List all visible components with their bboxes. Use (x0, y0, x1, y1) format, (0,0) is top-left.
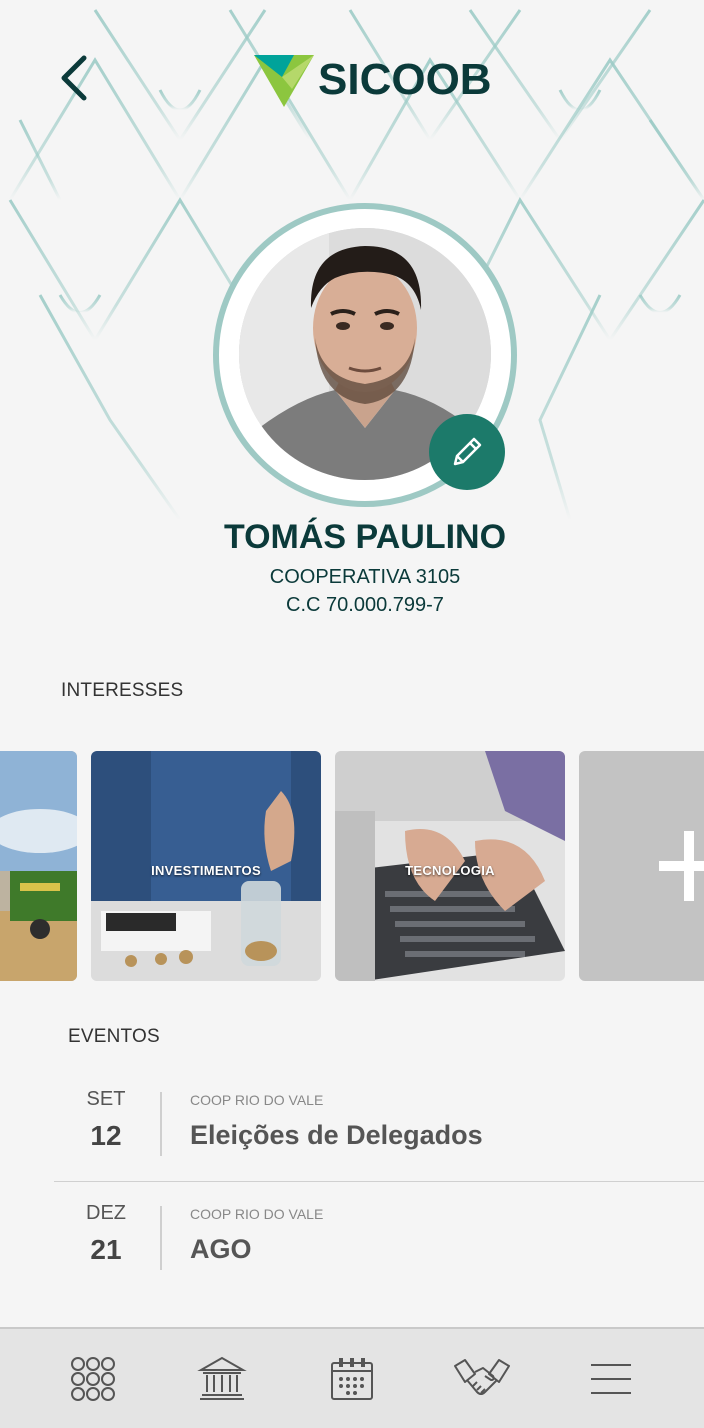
tab-grid[interactable] (58, 1344, 128, 1414)
event-month: SET (86, 1088, 126, 1110)
add-interest-button[interactable] (579, 751, 704, 981)
tab-calendar[interactable] (317, 1344, 387, 1414)
plus-icon (659, 831, 704, 901)
handshake-icon (453, 1358, 510, 1395)
agriculture-image (0, 751, 77, 981)
chevron-left-icon (61, 55, 87, 101)
event-day: 12 (90, 1120, 122, 1151)
interest-card-label: TECNOLOGIA (405, 863, 495, 878)
event-separator (54, 1181, 704, 1182)
event-divider (160, 1092, 162, 1156)
event-divider (160, 1206, 162, 1270)
event-title: AGO (190, 1234, 252, 1264)
edit-photo-button[interactable] (429, 414, 505, 490)
events-title: EVENTOS (68, 1026, 160, 1047)
grid-icon (70, 1356, 115, 1401)
interest-card-investimentos[interactable]: INVESTIMENTOS (91, 751, 321, 981)
calendar-icon (330, 1357, 373, 1400)
event-item[interactable]: DEZ 21 COOP RIO DO VALE AGO (0, 1198, 704, 1298)
account-number: C.C 70.000.799-7 (286, 594, 444, 616)
event-title: Eleições de Delegados (190, 1120, 483, 1150)
interest-card-agriculture[interactable] (0, 751, 77, 981)
pencil-icon (453, 437, 482, 466)
sicoob-logo-icon (254, 55, 314, 107)
event-organizer: COOP RIO DO VALE (190, 1206, 324, 1222)
interests-carousel[interactable]: INVESTIMENTOS TECNOLOGIA (0, 751, 704, 981)
tab-bank[interactable] (187, 1344, 257, 1414)
event-day: 21 (90, 1234, 122, 1265)
back-button[interactable] (50, 48, 106, 108)
tab-menu[interactable] (576, 1344, 646, 1414)
sicoob-logo: SICOOB (254, 52, 492, 108)
interests-title: INTERESSES (61, 680, 184, 701)
interest-card-tecnologia[interactable]: TECNOLOGIA (335, 751, 565, 981)
event-month: DEZ (86, 1202, 126, 1224)
brand-name: SICOOB (318, 55, 492, 104)
event-organizer: COOP RIO DO VALE (190, 1092, 324, 1108)
bank-icon (197, 1356, 248, 1400)
menu-icon (591, 1363, 632, 1394)
bottom-tab-bar (0, 1327, 704, 1428)
interest-card-label: INVESTIMENTOS (151, 863, 261, 878)
user-name: TOMÁS PAULINO (223, 518, 507, 556)
event-item[interactable]: SET 12 COOP RIO DO VALE Eleições de Dele… (0, 1084, 704, 1184)
tab-handshake[interactable] (447, 1344, 517, 1414)
cooperative-number: COOPERATIVA 3105 (269, 566, 461, 588)
